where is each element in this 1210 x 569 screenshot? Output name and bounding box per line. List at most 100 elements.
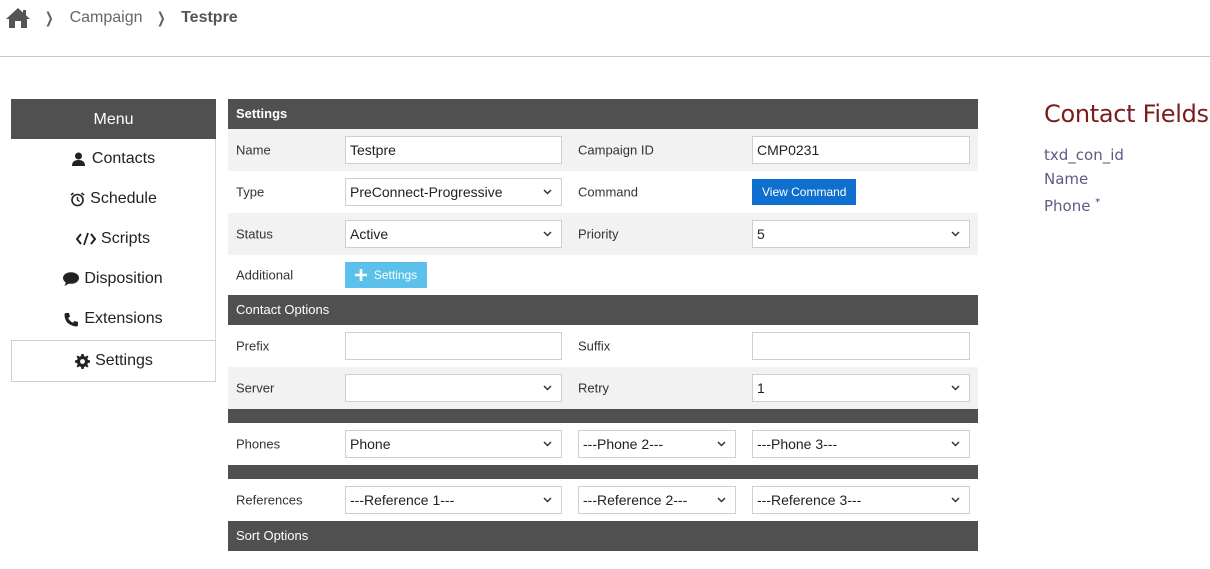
phone-icon <box>63 311 79 327</box>
phone3-select[interactable]: ---Phone 3--- <box>752 430 970 458</box>
reference3-select[interactable]: ---Reference 3--- <box>752 486 970 514</box>
reference2-select-value: ---Reference 2--- <box>583 492 688 508</box>
menu-list: Contacts Schedule Scripts Disposition Ex… <box>11 139 216 382</box>
phone1-select[interactable]: Phone <box>345 430 562 458</box>
phone3-select-value: ---Phone 3--- <box>757 436 838 452</box>
divider-bar <box>228 409 978 423</box>
view-command-button[interactable]: View Command <box>752 179 857 205</box>
priority-select-value: 5 <box>757 226 765 242</box>
menu-item-label: Settings <box>95 352 153 369</box>
name-label: Name <box>236 142 271 158</box>
menu-item-label: Disposition <box>84 270 163 287</box>
chevron-down-icon <box>543 189 552 195</box>
chevron-right-icon: ❯ <box>44 10 54 27</box>
phones-row: Phones Phone ---Phone 2--- ---Phone 3--- <box>228 423 978 465</box>
server-select[interactable] <box>345 374 562 402</box>
campaign-id-label: Campaign ID <box>578 142 654 158</box>
chevron-down-icon <box>717 497 726 503</box>
divider-bar <box>228 465 978 479</box>
menu-title: Menu <box>11 99 216 139</box>
prefix-input[interactable] <box>345 332 562 360</box>
chevron-down-icon <box>543 441 552 447</box>
name-row: Name Testpre Campaign ID CMP0231 <box>228 129 978 171</box>
chevron-down-icon <box>717 441 726 447</box>
references-label: References <box>236 492 303 508</box>
contact-fields-list: txd_con_id Name Phone * <box>1044 143 1209 215</box>
menu-item-label: Contacts <box>91 150 156 167</box>
sort-options-section-header: Sort Options <box>228 521 978 551</box>
menu-item-settings[interactable]: Settings <box>11 340 215 382</box>
type-select[interactable]: PreConnect-Progressive <box>345 178 562 206</box>
code-icon <box>76 231 97 247</box>
campaign-form: Settings Name Testpre Campaign ID CMP023… <box>228 99 978 551</box>
status-select-value: Active <box>350 226 389 242</box>
retry-label: Retry <box>578 380 610 396</box>
phone2-select-value: ---Phone 2--- <box>583 436 664 452</box>
contact-fields-panel: Contact Fields txd_con_id Name Phone * <box>1044 100 1209 215</box>
menu-item-contacts[interactable]: Contacts <box>11 139 215 179</box>
chevron-down-icon <box>543 385 552 391</box>
chevron-right-icon: ❯ <box>156 10 166 27</box>
plus-icon <box>354 269 367 281</box>
additional-settings-label: Settings <box>373 268 418 282</box>
menu-item-label: Scripts <box>101 230 150 247</box>
contact-field-item[interactable]: Phone * <box>1044 191 1209 215</box>
menu-item-label: Schedule <box>90 190 157 207</box>
chevron-down-icon <box>951 497 960 503</box>
menu-item-scripts[interactable]: Scripts <box>11 219 215 259</box>
contact-field-item[interactable]: txd_con_id <box>1044 143 1209 167</box>
additional-settings-button[interactable]: Settings <box>345 262 427 288</box>
suffix-label: Suffix <box>578 338 611 354</box>
prefix-label: Prefix <box>236 338 270 354</box>
required-marker: * <box>1095 197 1101 208</box>
menu-item-disposition[interactable]: Disposition <box>11 259 215 299</box>
priority-label: Priority <box>578 226 619 242</box>
priority-select[interactable]: 5 <box>752 220 970 248</box>
chevron-down-icon <box>543 231 552 237</box>
additional-row: Additional Settings <box>228 255 978 295</box>
side-menu: Menu Contacts Schedule Scripts Dispositi… <box>11 99 216 382</box>
chevron-down-icon <box>951 231 960 237</box>
breadcrumb-campaign[interactable]: Campaign <box>70 9 143 27</box>
reference3-select-value: ---Reference 3--- <box>757 492 862 508</box>
server-row: Server Retry 1 <box>228 367 978 409</box>
campaign-id-input[interactable]: CMP0231 <box>752 136 970 164</box>
command-label: Command <box>578 184 638 200</box>
menu-item-label: Extensions <box>84 310 163 327</box>
comment-icon <box>63 271 80 287</box>
type-row: Type PreConnect-Progressive Command View… <box>228 171 978 213</box>
type-select-value: PreConnect-Progressive <box>350 184 503 200</box>
reference2-select[interactable]: ---Reference 2--- <box>578 486 736 514</box>
retry-select-value: 1 <box>757 380 765 396</box>
contact-options-section-header: Contact Options <box>228 295 978 325</box>
chevron-down-icon <box>951 441 960 447</box>
contact-fields-title: Contact Fields <box>1044 100 1209 128</box>
contact-field-label: Phone <box>1044 197 1091 215</box>
references-row: References ---Reference 1--- ---Referenc… <box>228 479 978 521</box>
home-icon[interactable] <box>5 7 31 29</box>
status-row: Status Active Priority 5 <box>228 213 978 255</box>
retry-select[interactable]: 1 <box>752 374 970 402</box>
suffix-input[interactable] <box>752 332 970 360</box>
menu-item-extensions[interactable]: Extensions <box>11 299 215 339</box>
name-input[interactable]: Testpre <box>345 136 562 164</box>
phone2-select[interactable]: ---Phone 2--- <box>578 430 736 458</box>
chevron-down-icon <box>951 385 960 391</box>
additional-label: Additional <box>236 267 294 283</box>
gear-icon <box>74 353 90 369</box>
alarm-clock-icon <box>69 191 85 207</box>
phones-label: Phones <box>236 436 281 452</box>
reference1-select[interactable]: ---Reference 1--- <box>345 486 562 514</box>
status-label: Status <box>236 226 273 242</box>
reference1-select-value: ---Reference 1--- <box>350 492 455 508</box>
breadcrumb-current: Testpre <box>181 9 238 26</box>
settings-section-header: Settings <box>228 99 978 129</box>
breadcrumb: ❯ Campaign ❯ Testpre <box>5 6 238 30</box>
status-select[interactable]: Active <box>345 220 562 248</box>
contact-field-item[interactable]: Name <box>1044 167 1209 191</box>
server-label: Server <box>236 380 275 396</box>
menu-item-schedule[interactable]: Schedule <box>11 179 215 219</box>
chevron-down-icon <box>543 497 552 503</box>
type-label: Type <box>236 184 265 200</box>
prefix-row: Prefix Suffix <box>228 325 978 367</box>
